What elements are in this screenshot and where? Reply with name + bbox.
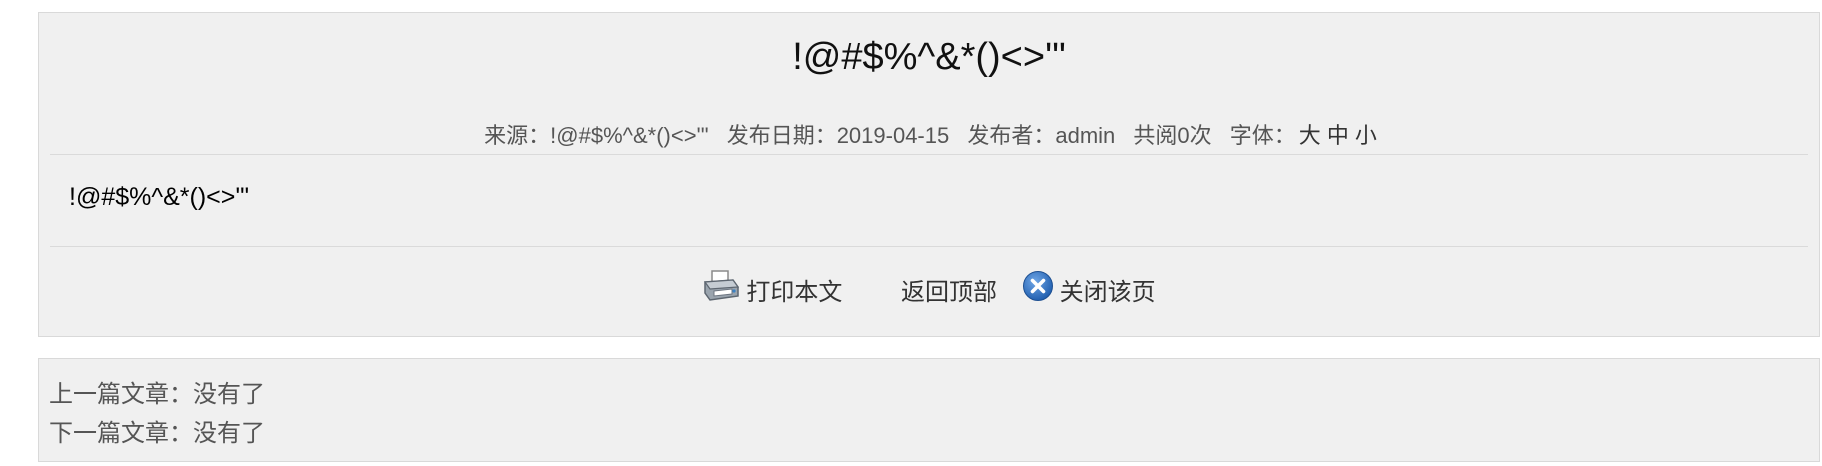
- meta-views: 共阅0次: [1133, 123, 1212, 148]
- print-label: 打印本文: [746, 279, 843, 306]
- content-divider: [50, 246, 1808, 247]
- printer-icon: [702, 269, 740, 310]
- article-title: !@#$%^&*()<>'": [792, 36, 1066, 78]
- article-panel: !@#$%^&*()<>'" 来源：!@#$%^&*()<>'" 发布日期：20…: [38, 12, 1820, 337]
- article-actions: 打印本文 返回顶部 关闭该页: [39, 269, 1819, 310]
- font-small-link[interactable]: 小: [1355, 123, 1377, 148]
- meta-publish-date: 发布日期：2019-04-15: [726, 123, 950, 148]
- previous-article-link[interactable]: 上一篇文章：没有了: [49, 374, 265, 409]
- article-content: !@#$%^&*()<>'": [69, 183, 249, 211]
- close-circle-icon: [1022, 270, 1054, 309]
- font-medium-link[interactable]: 中: [1327, 123, 1349, 148]
- meta-source: 来源：!@#$%^&*()<>'": [484, 123, 709, 148]
- article-navigation: 上一篇文章：没有了 下一篇文章：没有了: [38, 358, 1820, 462]
- meta-divider: [50, 154, 1808, 155]
- back-to-top-button[interactable]: 返回顶部: [901, 272, 997, 307]
- print-button[interactable]: 打印本文: [702, 269, 842, 310]
- article-meta: 来源：!@#$%^&*()<>'" 发布日期：2019-04-15 发布者：ad…: [39, 118, 1819, 150]
- meta-font-size: 字体：大中小: [1230, 123, 1380, 148]
- back-to-top-label: 返回顶部: [901, 279, 997, 306]
- meta-publisher: 发布者：admin: [967, 123, 1116, 148]
- font-size-label: 字体：: [1229, 123, 1296, 148]
- close-page-button[interactable]: 关闭该页: [1022, 270, 1156, 309]
- next-article-link[interactable]: 下一篇文章：没有了: [49, 413, 265, 448]
- close-page-label: 关闭该页: [1059, 279, 1156, 306]
- font-large-link[interactable]: 大: [1299, 123, 1321, 148]
